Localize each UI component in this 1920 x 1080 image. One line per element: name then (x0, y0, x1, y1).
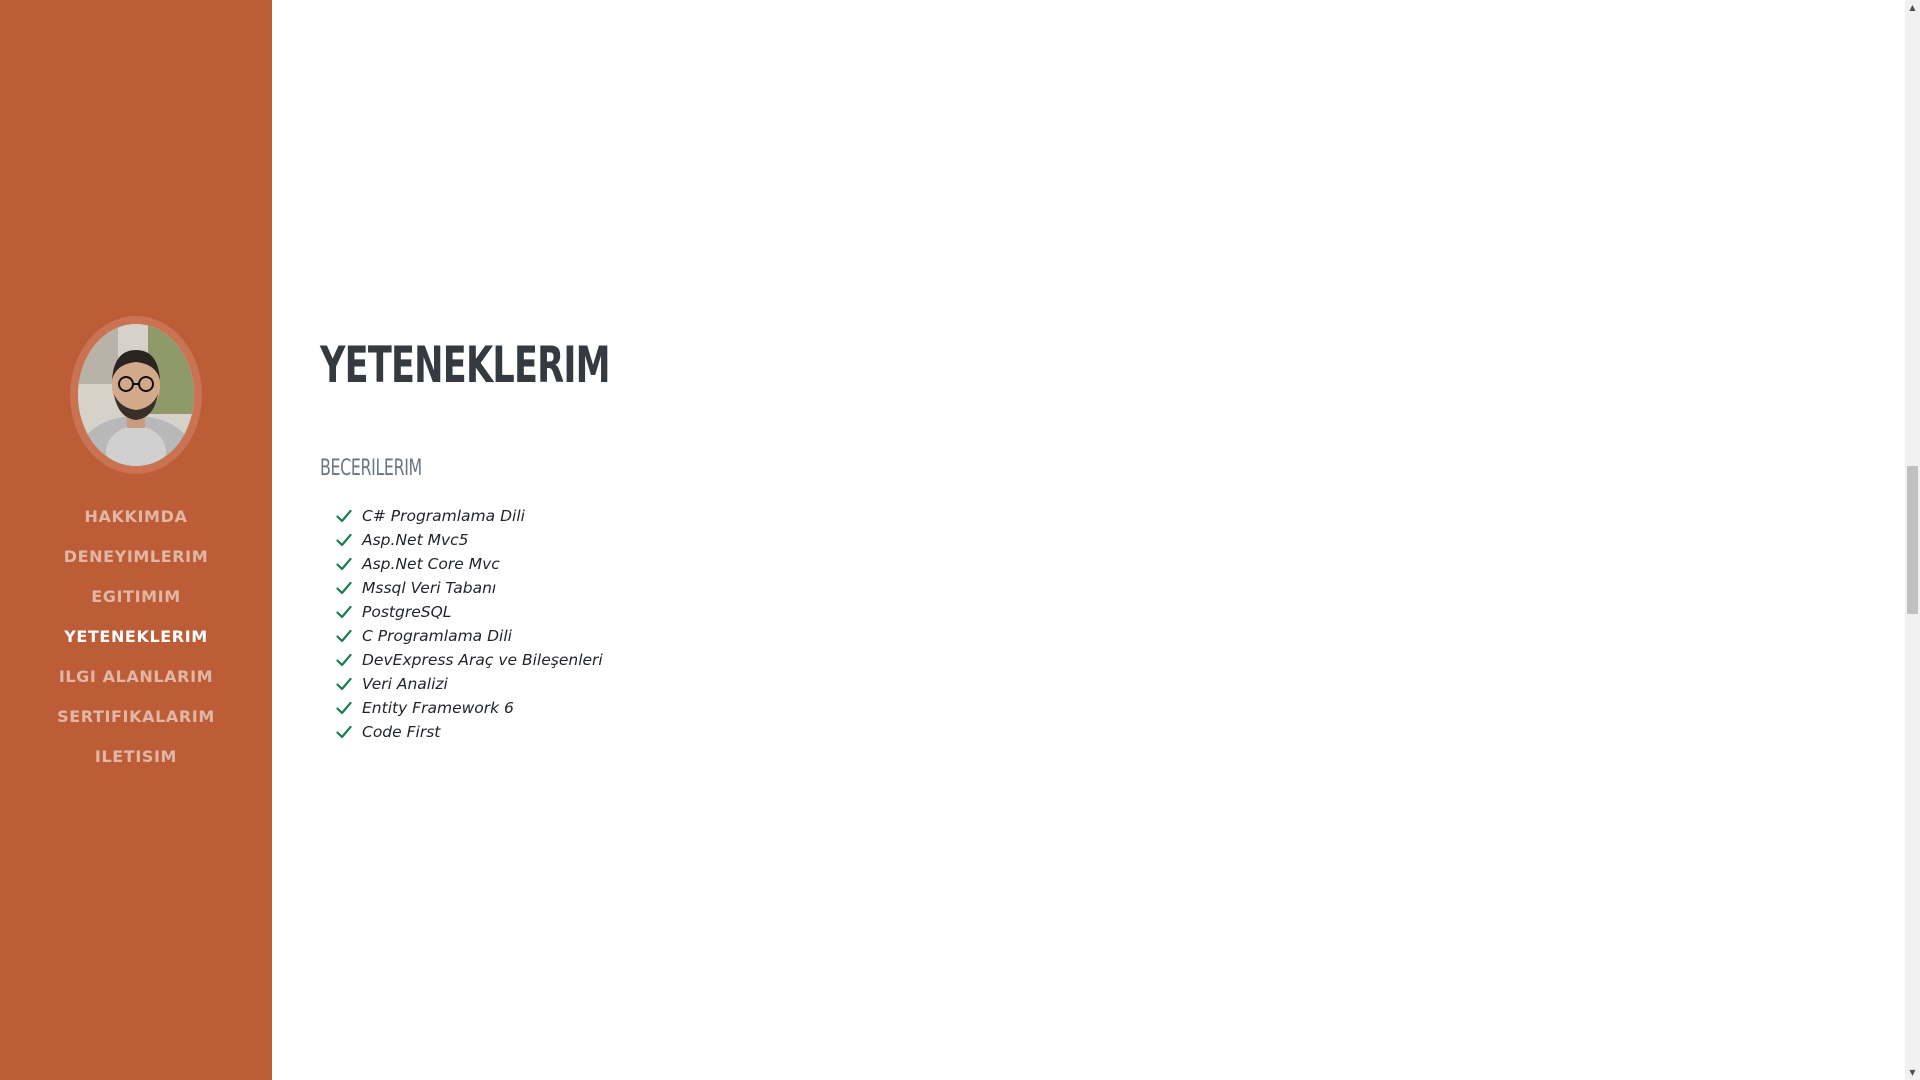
skill-label: Veri Analizi (362, 675, 448, 693)
skill-item: Asp.Net Core Mvc (336, 552, 603, 576)
nav-item-sertifikalarim: SERTIFIKALARIM (0, 696, 272, 736)
check-icon (336, 629, 354, 643)
subsection-title: BECERILERIM (320, 456, 422, 481)
nav-link-deneyimlerim[interactable]: DENEYIMLERIM (64, 547, 209, 566)
profile-avatar (70, 316, 202, 474)
nav-item-yeteneklerim: YETENEKLERIM (0, 616, 272, 656)
skills-list: C# Programlama Dili Asp.Net Mvc5 Asp.Net… (336, 504, 603, 744)
skill-item: PostgreSQL (336, 600, 603, 624)
check-icon (336, 701, 354, 715)
avatar-image (78, 324, 194, 466)
main-content: YETENEKLERIM BECERILERIM C# Programlama … (272, 0, 1905, 1080)
sidebar: HAKKIMDA DENEYIMLERIM EGITIMIM YETENEKLE… (0, 0, 272, 1080)
chevron-down-icon[interactable]: ▼ (1905, 1065, 1920, 1080)
skill-label: Entity Framework 6 (362, 699, 514, 717)
skill-item: Code First (336, 720, 603, 744)
nav-item-ilgi-alanlarim: ILGI ALANLARIM (0, 656, 272, 696)
skill-item: Mssql Veri Tabanı (336, 576, 603, 600)
nav-link-yeteneklerim[interactable]: YETENEKLERIM (64, 627, 208, 646)
skill-label: DevExpress Araç ve Bileşenleri (362, 651, 603, 669)
skill-label: Mssql Veri Tabanı (362, 579, 497, 597)
check-icon (336, 725, 354, 739)
nav-item-egitimim: EGITIMIM (0, 576, 272, 616)
chevron-up-icon[interactable]: ▲ (1905, 0, 1920, 15)
check-icon (336, 533, 354, 547)
page-scrollbar[interactable]: ▲ ▼ (1905, 0, 1920, 1080)
scrollbar-thumb[interactable] (1907, 466, 1918, 614)
check-icon (336, 605, 354, 619)
skill-item: Entity Framework 6 (336, 696, 603, 720)
nav-item-iletisim: ILETISIM (0, 736, 272, 776)
section-title: YETENEKLERIM (320, 336, 611, 394)
skill-item: Veri Analizi (336, 672, 603, 696)
skill-label: C# Programlama Dili (362, 507, 525, 525)
skill-item: DevExpress Araç ve Bileşenleri (336, 648, 603, 672)
check-icon (336, 557, 354, 571)
skill-label: Code First (362, 723, 441, 741)
skill-label: Asp.Net Mvc5 (362, 531, 469, 549)
skill-label: PostgreSQL (362, 603, 452, 621)
check-icon (336, 677, 354, 691)
nav-item-hakkimda: HAKKIMDA (0, 496, 272, 536)
nav-link-ilgi-alanlarim[interactable]: ILGI ALANLARIM (59, 667, 213, 686)
skill-item: C# Programlama Dili (336, 504, 603, 528)
nav-link-egitimim[interactable]: EGITIMIM (91, 587, 180, 606)
check-icon (336, 581, 354, 595)
skill-item: C Programlama Dili (336, 624, 603, 648)
sidebar-nav: HAKKIMDA DENEYIMLERIM EGITIMIM YETENEKLE… (0, 496, 272, 776)
check-icon (336, 653, 354, 667)
nav-item-deneyimlerim: DENEYIMLERIM (0, 536, 272, 576)
skill-label: C Programlama Dili (362, 627, 512, 645)
nav-link-hakkimda[interactable]: HAKKIMDA (85, 507, 188, 526)
check-icon (336, 509, 354, 523)
nav-link-iletisim[interactable]: ILETISIM (95, 747, 177, 766)
skill-label: Asp.Net Core Mvc (362, 555, 500, 573)
nav-link-sertifikalarim[interactable]: SERTIFIKALARIM (57, 707, 215, 726)
skill-item: Asp.Net Mvc5 (336, 528, 603, 552)
